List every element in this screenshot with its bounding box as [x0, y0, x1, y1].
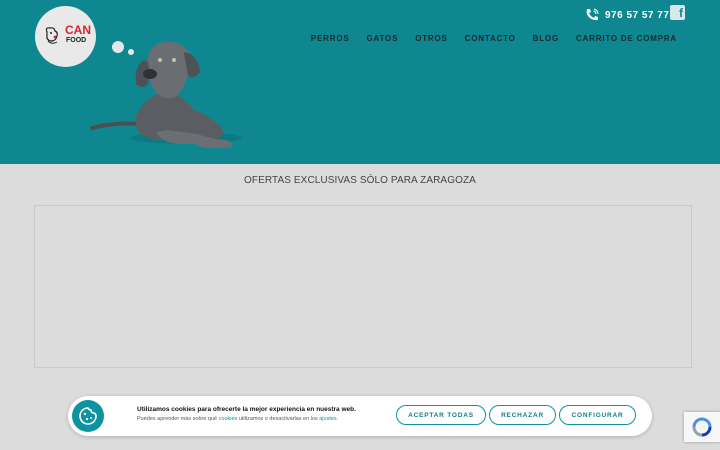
cookie-desc-text: Puedes aprender más sobre qué [137, 416, 219, 422]
configure-button[interactable]: CONFIGURAR [559, 405, 636, 425]
dog-logo-icon [45, 27, 58, 44]
nav-item-perros[interactable]: PERROS [311, 34, 350, 43]
cookie-desc-text-2: utilizamos o desactivarlas en los [237, 416, 320, 422]
cookie-desc-period: . [336, 416, 339, 422]
reject-button[interactable]: RECHAZAR [489, 405, 556, 425]
phone-number: 976 57 57 77 [605, 9, 670, 21]
settings-link[interactable]: ajustes [319, 416, 336, 422]
cookie-description: Puedes aprender más sobre qué cookies ut… [137, 416, 387, 422]
cookie-consent-bar: Utilizamos cookies para ofrecerte la mej… [68, 396, 652, 436]
cookies-link[interactable]: cookies [219, 416, 238, 422]
recaptcha-badge[interactable] [684, 412, 720, 442]
recaptcha-icon [692, 417, 712, 437]
logo-text-can: CAN [65, 23, 91, 37]
nav-item-carrito[interactable]: CARRITO DE COMPRA [576, 34, 677, 43]
cookie-icon [72, 400, 104, 432]
accept-all-button[interactable]: ACEPTAR TODAS [396, 405, 486, 425]
nav-item-otros[interactable]: OTROS [415, 34, 447, 43]
cookie-message: Utilizamos cookies para ofrecerte la mej… [137, 406, 387, 422]
phone-icon [586, 8, 599, 21]
facebook-icon[interactable]: f [670, 5, 685, 20]
offers-content-area [34, 205, 692, 368]
nav-item-blog[interactable]: BLOG [533, 34, 559, 43]
phone-contact[interactable]: 976 57 57 77 [584, 6, 669, 24]
nav-item-contacto[interactable]: CONTACTO [465, 34, 516, 43]
cookie-title: Utilizamos cookies para ofrecerte la mej… [137, 406, 356, 413]
main-navigation: PERROS GATOS OTROS CONTACTO BLOG CARRITO… [311, 34, 677, 43]
hero-banner: CAN FOOD 976 57 57 77 f PERROS GATOS OTR… [0, 0, 720, 164]
logo-text-food: FOOD [66, 37, 87, 44]
page-title: OFERTAS EXCLUSIVAS SÓLO PARA ZARAGOZA [244, 175, 476, 186]
nav-item-gatos[interactable]: GATOS [367, 34, 399, 43]
weimaraner-puppy-image [90, 41, 242, 148]
